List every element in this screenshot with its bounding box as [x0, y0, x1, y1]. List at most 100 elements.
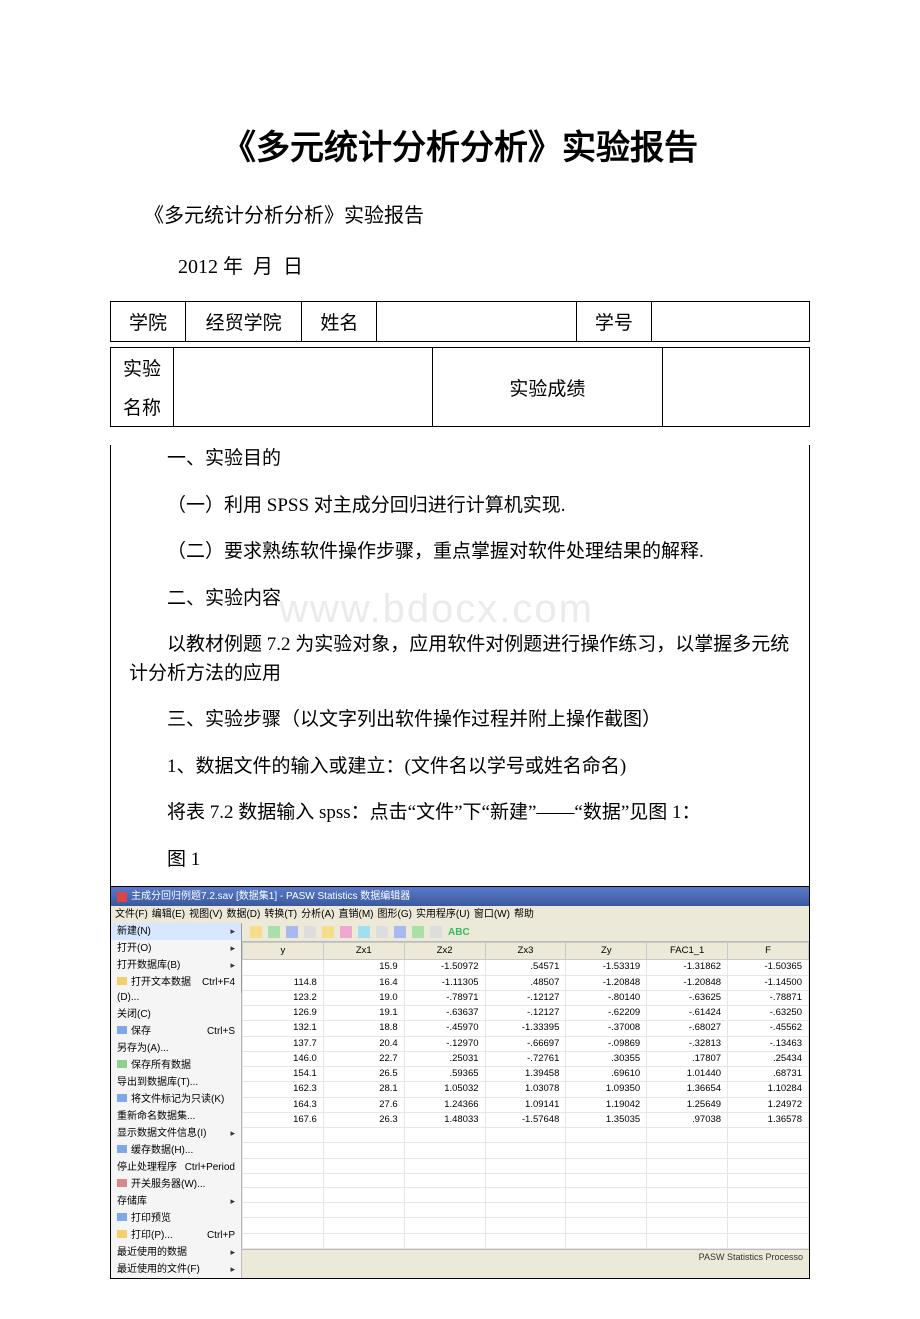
toolbar-icon[interactable] [322, 926, 334, 938]
cell[interactable]: .69610 [566, 1067, 647, 1082]
menu-item[interactable]: 帮助 [514, 909, 534, 920]
cell[interactable]: .25434 [728, 1051, 809, 1066]
cell[interactable]: -.12127 [485, 990, 566, 1005]
cell[interactable]: .59365 [404, 1067, 485, 1082]
toolbar-icon[interactable] [250, 926, 262, 938]
table-row[interactable]: 154.126.5.593651.39458.696101.01440.6873… [243, 1067, 809, 1082]
file-menu-item[interactable]: 存储库 [111, 1193, 241, 1210]
cell[interactable]: .25031 [404, 1051, 485, 1066]
table-row[interactable]: 137.720.4-.12970-.66697-.09869-.32813-.1… [243, 1036, 809, 1051]
cell[interactable]: 27.6 [323, 1097, 404, 1112]
cell[interactable]: -.12127 [485, 1006, 566, 1021]
toolbar-icon[interactable] [304, 926, 316, 938]
file-menu-item[interactable]: 关闭(C) [111, 1006, 241, 1023]
file-menu-item[interactable]: 开关服务器(W)... [111, 1176, 241, 1193]
cell[interactable]: .30355 [566, 1051, 647, 1066]
toolbar-icon[interactable] [412, 926, 424, 938]
table-row[interactable] [243, 1158, 809, 1173]
cell[interactable]: -.63250 [728, 1006, 809, 1021]
cell[interactable]: 1.05032 [404, 1082, 485, 1097]
cell[interactable]: .54571 [485, 960, 566, 975]
toolbar-icon[interactable] [394, 926, 406, 938]
file-menu-item[interactable]: 另存为(A)... [111, 1040, 241, 1057]
menu-item[interactable]: 文件(F) [115, 909, 148, 920]
toolbar-icon[interactable] [268, 926, 280, 938]
menu-item[interactable]: 直销(M) [338, 909, 373, 920]
cell[interactable]: 1.24366 [404, 1097, 485, 1112]
cell[interactable]: 1.39458 [485, 1067, 566, 1082]
cell[interactable]: 1.10284 [728, 1082, 809, 1097]
cell[interactable]: 123.2 [243, 990, 324, 1005]
table-row[interactable]: 126.919.1-.63637-.12127-.62209-.61424-.6… [243, 1006, 809, 1021]
column-header[interactable]: FAC1_1 [647, 943, 728, 960]
table-row[interactable]: 15.9-1.50972.54571-1.53319-1.31862-1.503… [243, 960, 809, 975]
menu-item[interactable]: 转换(T) [264, 909, 297, 920]
cell[interactable]: 19.1 [323, 1006, 404, 1021]
toolbar-icon[interactable] [376, 926, 388, 938]
cell[interactable]: -.80140 [566, 990, 647, 1005]
table-row[interactable] [243, 1233, 809, 1248]
toolbar-icon[interactable] [430, 926, 442, 938]
menu-item[interactable]: 视图(V) [189, 909, 222, 920]
file-menu-item[interactable]: 打印预览 [111, 1210, 241, 1227]
table-row[interactable] [243, 1218, 809, 1233]
cell[interactable]: .68731 [728, 1067, 809, 1082]
cell[interactable]: 164.3 [243, 1097, 324, 1112]
toolbar[interactable]: ABC [242, 923, 809, 942]
cell[interactable]: 1.24972 [728, 1097, 809, 1112]
cell[interactable]: .17807 [647, 1051, 728, 1066]
cell[interactable]: 132.1 [243, 1021, 324, 1036]
cell[interactable]: 1.25649 [647, 1097, 728, 1112]
cell[interactable]: -.62209 [566, 1006, 647, 1021]
cell[interactable]: 1.48033 [404, 1112, 485, 1127]
cell[interactable]: -.68027 [647, 1021, 728, 1036]
column-header[interactable]: y [243, 943, 324, 960]
cell[interactable]: 114.8 [243, 975, 324, 990]
menu-item[interactable]: 实用程序(U) [416, 909, 470, 920]
cell[interactable]: 154.1 [243, 1067, 324, 1082]
column-header[interactable]: Zx3 [485, 943, 566, 960]
menu-bar[interactable]: 文件(F)编辑(E)视图(V)数据(D)转换(T)分析(A)直销(M)图形(G)… [111, 906, 809, 923]
cell[interactable]: 28.1 [323, 1082, 404, 1097]
file-menu-item[interactable]: 保存所有数据 [111, 1057, 241, 1074]
cell[interactable]: .97038 [647, 1112, 728, 1127]
file-menu-item[interactable]: 最近使用的数据 [111, 1244, 241, 1261]
table-row[interactable]: 114.816.4-1.11305.48507-1.20848-1.20848-… [243, 975, 809, 990]
cell[interactable]: -.78971 [404, 990, 485, 1005]
abc-icon[interactable]: ABC [448, 925, 470, 940]
cell[interactable]: 26.3 [323, 1112, 404, 1127]
file-menu-item[interactable]: 将文件标记为只读(K) [111, 1091, 241, 1108]
cell[interactable]: .48507 [485, 975, 566, 990]
file-menu-item[interactable]: 停止处理程序Ctrl+Period [111, 1159, 241, 1176]
cell[interactable]: -1.11305 [404, 975, 485, 990]
file-menu[interactable]: 新建(N)打开(O)打开数据库(B)打开文本数据(D)...Ctrl+F4关闭(… [111, 923, 242, 1278]
cell[interactable]: -.72761 [485, 1051, 566, 1066]
cell[interactable]: 126.9 [243, 1006, 324, 1021]
cell[interactable]: 1.03078 [485, 1082, 566, 1097]
file-menu-item[interactable]: 保存Ctrl+S [111, 1023, 241, 1040]
table-row[interactable]: 132.118.8-.45970-1.33395-.37008-.68027-.… [243, 1021, 809, 1036]
file-menu-item[interactable]: 打印(P)...Ctrl+P [111, 1227, 241, 1244]
menu-item[interactable]: 图形(G) [377, 909, 411, 920]
cell[interactable]: -1.53319 [566, 960, 647, 975]
cell[interactable]: 20.4 [323, 1036, 404, 1051]
cell[interactable]: 1.01440 [647, 1067, 728, 1082]
cell[interactable]: -.32813 [647, 1036, 728, 1051]
cell[interactable]: -1.57648 [485, 1112, 566, 1127]
cell[interactable]: -.63637 [404, 1006, 485, 1021]
cell[interactable]: -1.50972 [404, 960, 485, 975]
column-header[interactable]: F [728, 943, 809, 960]
table-row[interactable] [243, 1143, 809, 1158]
column-header[interactable]: Zx2 [404, 943, 485, 960]
cell[interactable]: -.09869 [566, 1036, 647, 1051]
cell[interactable]: -.78871 [728, 990, 809, 1005]
cell[interactable]: -.13463 [728, 1036, 809, 1051]
cell[interactable]: 18.8 [323, 1021, 404, 1036]
cell[interactable]: -1.14500 [728, 975, 809, 990]
cell[interactable]: 146.0 [243, 1051, 324, 1066]
cell[interactable] [243, 960, 324, 975]
table-row[interactable]: 164.327.61.243661.091411.190421.256491.2… [243, 1097, 809, 1112]
file-menu-item[interactable]: 新建(N) [111, 923, 241, 940]
file-menu-item[interactable]: 打开文本数据(D)...Ctrl+F4 [111, 974, 241, 1006]
menu-item[interactable]: 窗口(W) [474, 909, 510, 920]
